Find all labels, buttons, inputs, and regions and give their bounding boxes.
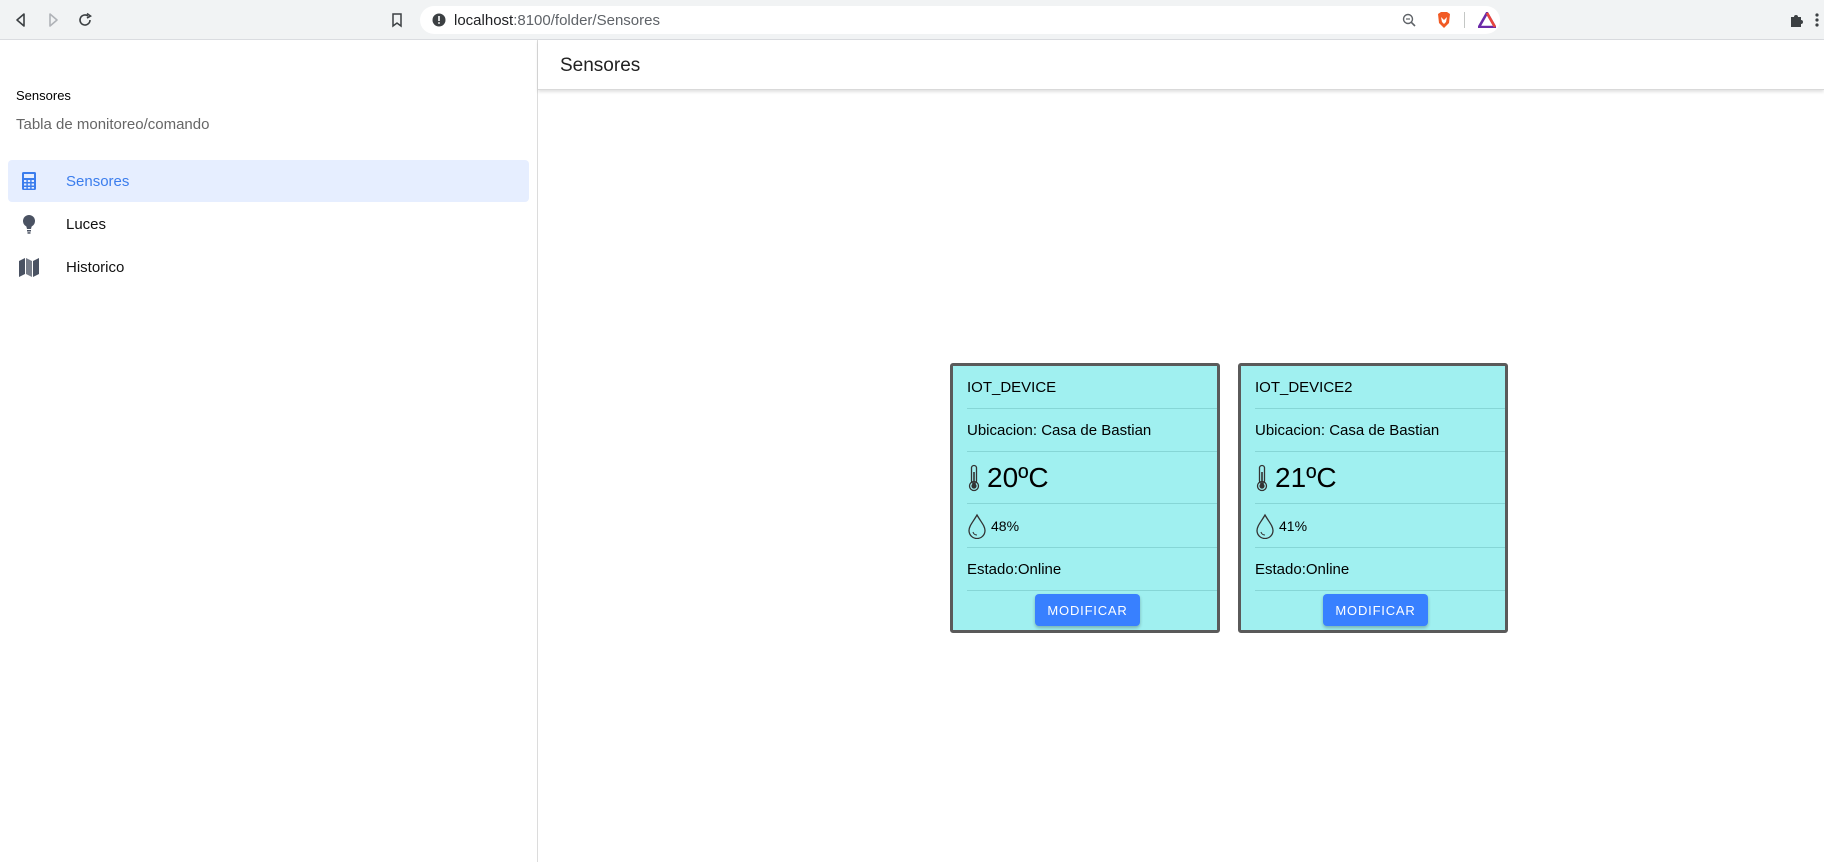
menu-subtitle: Tabla de monitoreo/comando [16,116,210,133]
modify-button[interactable]: MODIFICAR [1035,594,1140,626]
device-location-row: Ubicacion: Casa de Bastian [967,409,1217,452]
url-text: localhost:8100/folder/Sensores [454,11,660,29]
back-icon [16,13,25,27]
water-drop-icon [1256,513,1274,539]
forward-icon [49,13,58,27]
device-name-row: IOT_DEVICE2 [1255,366,1505,409]
device-status: Estado:Online [1255,560,1350,578]
humidity-value: 48% [991,517,1020,534]
status-row: Estado:Online [967,548,1217,591]
browser-menu-button[interactable] [1810,9,1824,31]
modify-button[interactable]: MODIFICAR [1323,594,1428,626]
humidity-row: 48% [967,504,1217,548]
browser-toolbar: localhost:8100/folder/Sensores [0,0,1824,40]
bulb-icon [23,215,35,234]
temperature-row: 21ºC [1255,452,1505,504]
brave-rewards-icon[interactable] [1478,12,1496,28]
thermometer-icon [968,464,980,491]
more-vert-icon [1815,13,1819,27]
device-status: Estado:Online [967,560,1062,578]
info-icon[interactable] [432,13,446,27]
forward-button[interactable] [42,9,64,31]
temperature-row: 20ºC [967,452,1217,504]
address-divider [1464,12,1465,28]
page-title: Sensores [560,55,641,76]
back-button[interactable] [10,9,32,31]
device-name: IOT_DEVICE [967,378,1057,396]
sidebar-item-label: Historico [66,258,125,276]
zoom-icon[interactable] [1402,13,1416,27]
puzzle-icon [1791,15,1803,27]
device-location-row: Ubicacion: Casa de Bastian [1255,409,1505,452]
water-drop-icon [968,513,986,539]
address-bar[interactable]: localhost:8100/folder/Sensores [420,6,1500,34]
temperature-value: 20ºC [987,461,1049,493]
status-row: Estado:Online [1255,548,1505,591]
sidebar-item-label: Luces [66,215,107,233]
brave-shield-icon[interactable] [1436,11,1452,29]
humidity-value: 41% [1279,517,1308,534]
bookmark-button[interactable] [386,9,408,31]
map-icon [19,258,39,277]
sidebar-item-label: Sensores [66,172,130,190]
device-name-row: IOT_DEVICE [967,366,1217,409]
reload-icon [79,12,92,26]
side-menu: Sensores Tabla de monitoreo/comando Sens… [0,40,538,862]
bookmark-icon [392,13,402,28]
calculator-icon [22,172,36,190]
page-header: Sensores [538,40,1824,90]
temperature-value: 21ºC [1275,461,1337,493]
extensions-button[interactable] [1786,9,1808,31]
menu-title: Sensores [16,88,71,103]
device-card: IOT_DEVICE2 Ubicacion: Casa de Bastian 2… [1238,363,1508,633]
device-location: Ubicacion: Casa de Bastian [1255,421,1440,439]
sidebar-item-luces[interactable]: Luces [8,203,529,245]
thermometer-icon [1256,464,1268,491]
sidebar-item-historico[interactable]: Historico [8,246,529,288]
device-name: IOT_DEVICE2 [1255,378,1353,396]
humidity-row: 41% [1255,504,1505,548]
sidebar-item-sensores[interactable]: Sensores [8,160,529,202]
device-location: Ubicacion: Casa de Bastian [967,421,1152,439]
reload-button[interactable] [74,9,96,31]
device-card: IOT_DEVICE Ubicacion: Casa de Bastian 20… [950,363,1220,633]
